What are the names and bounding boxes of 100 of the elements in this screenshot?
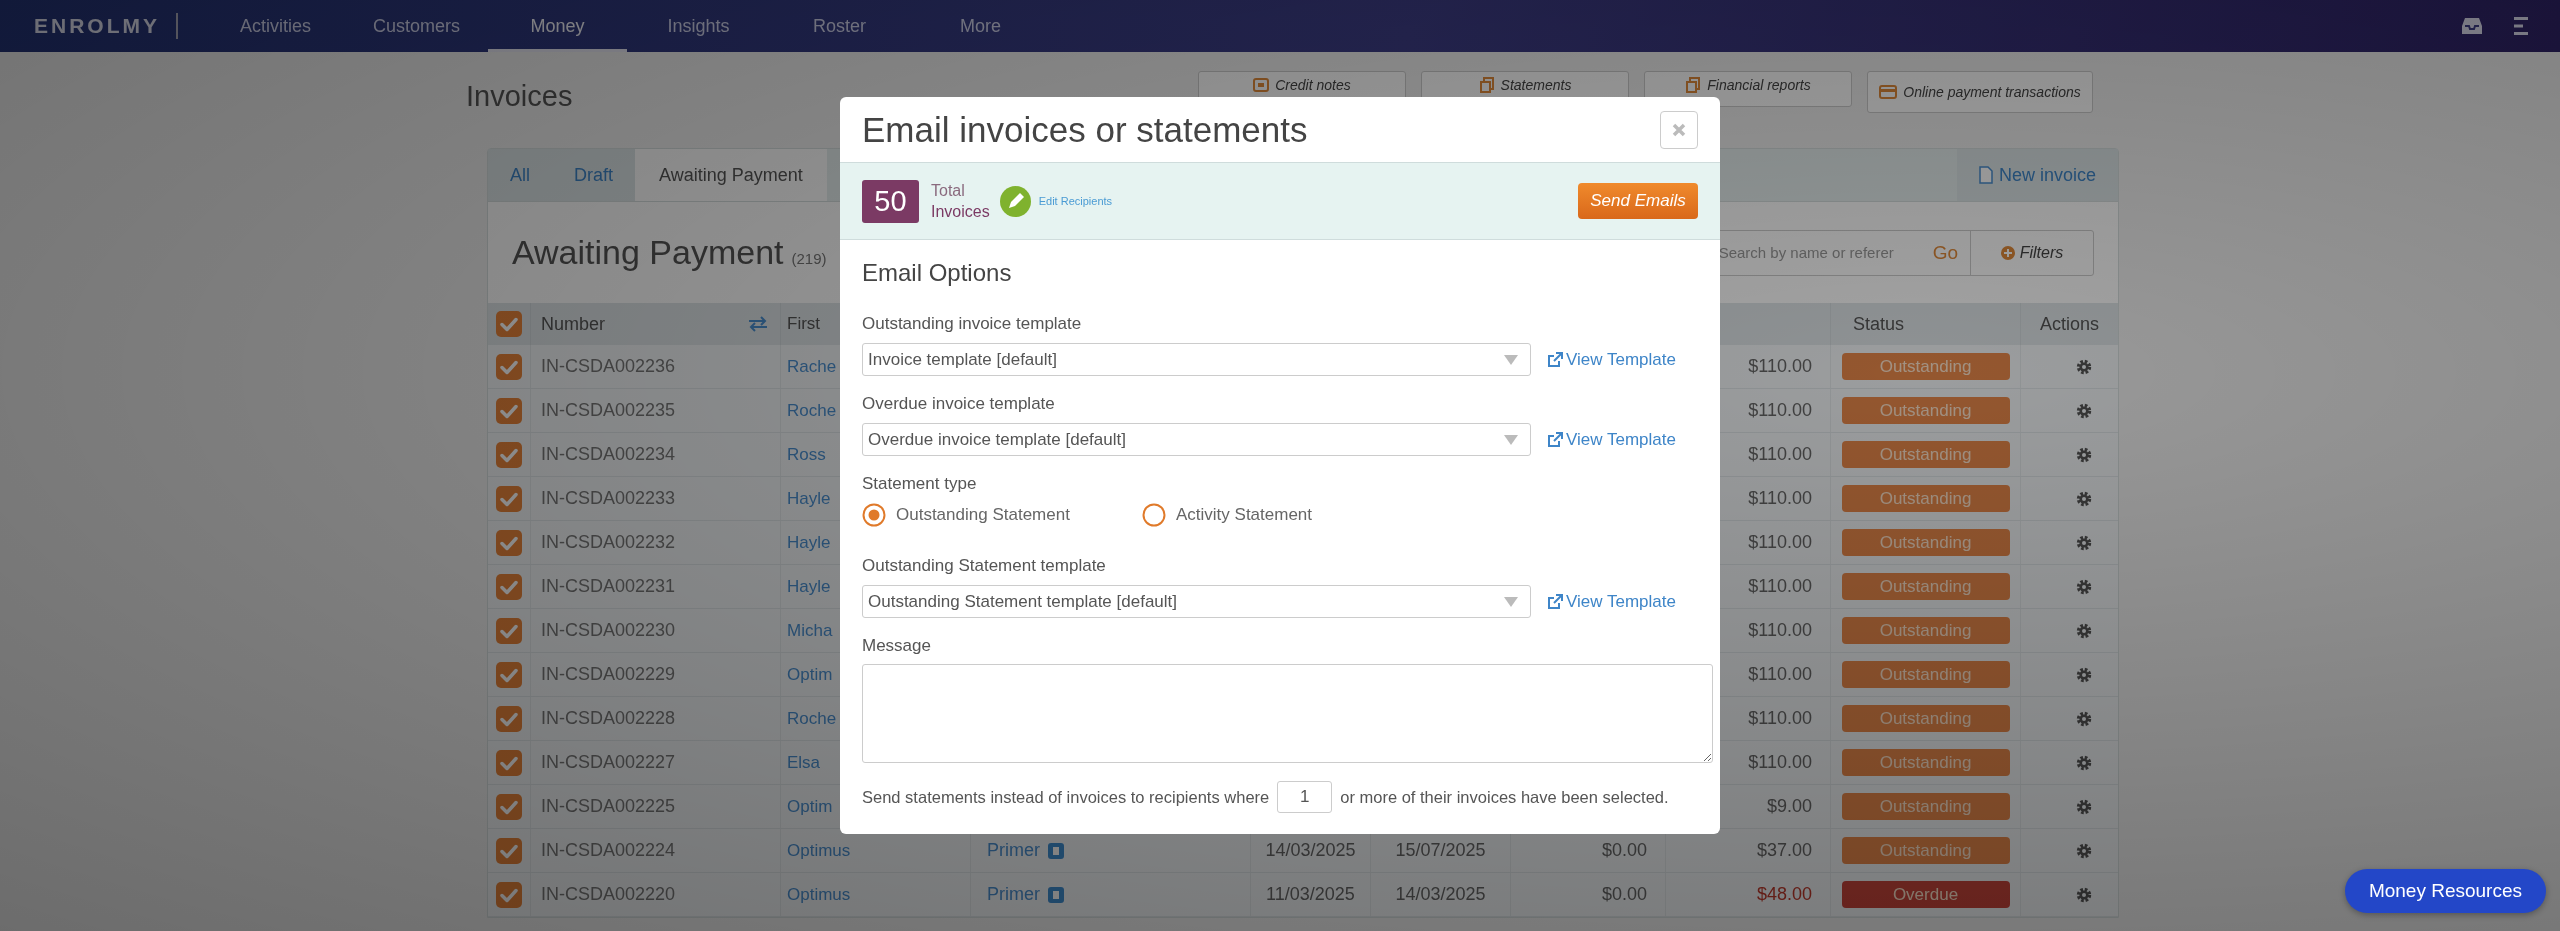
invoice-count: 50: [862, 179, 919, 223]
invoice-number: IN-CSDA002225: [541, 796, 676, 817]
settings-icon[interactable]: [2076, 622, 2092, 639]
field-label: Outstanding invoice template: [862, 314, 1083, 334]
documents-icon: [1478, 77, 1495, 93]
view-template-link[interactable]: View Template: [1547, 429, 1676, 450]
field-label: Message: [862, 636, 932, 656]
invoice-number: IN-CSDA002232: [541, 532, 676, 553]
checkbox[interactable]: [496, 705, 522, 732]
settings-icon[interactable]: [2076, 666, 2092, 683]
settings-icon[interactable]: [2076, 446, 2092, 463]
new-invoice-link[interactable]: New invoice: [1956, 149, 2118, 201]
customer-link[interactable]: Primer: [987, 840, 1040, 861]
help-button[interactable]: Money Resources: [2344, 869, 2546, 913]
field-label: Outstanding Statement template: [862, 556, 1107, 576]
edit-recipients-link[interactable]: Edit Recipients: [1038, 195, 1113, 207]
customer-link[interactable]: Optimus: [787, 840, 851, 861]
amount-cell: $0.00: [1601, 884, 1647, 905]
amount-cell: $0.00: [1601, 840, 1647, 861]
settings-icon[interactable]: [2076, 798, 2092, 815]
date-cell: 11/03/2025: [1266, 884, 1355, 905]
tab[interactable]: Awaiting Payment: [635, 149, 827, 201]
invoice-number: IN-CSDA002231: [541, 576, 676, 597]
customer-link[interactable]: Ross: [787, 444, 826, 465]
status-badge: Outstanding: [1841, 617, 2010, 644]
tag-icon: [1048, 842, 1064, 859]
customer-link[interactable]: Elsa: [787, 752, 821, 773]
checkbox[interactable]: [496, 397, 522, 424]
threshold-text: or more of their invoices have been selected.: [1340, 787, 1669, 807]
external-link-icon: [1547, 351, 1563, 368]
checkbox[interactable]: [496, 441, 522, 468]
swap-icon[interactable]: [748, 316, 768, 332]
checkbox[interactable]: [496, 749, 522, 776]
threshold-field[interactable]: 1: [1277, 781, 1333, 813]
invoice-number: IN-CSDA002233: [541, 488, 676, 509]
radio-option[interactable]: Outstanding Statement: [862, 503, 1142, 527]
customer-link[interactable]: Hayle: [787, 488, 831, 509]
close-button[interactable]: [1660, 110, 1698, 149]
date-cell: 14/03/2025: [1395, 884, 1486, 905]
invoice-number: IN-CSDA002228: [541, 708, 676, 729]
customer-link[interactable]: Rache: [787, 356, 837, 377]
amount-cell: $110.00: [1748, 356, 1812, 377]
go-button[interactable]: Go: [1920, 230, 1971, 275]
status-badge: Outstanding: [1841, 397, 2010, 424]
tab[interactable]: Draft: [552, 149, 636, 201]
message-field[interactable]: [862, 664, 1713, 763]
settings-icon[interactable]: [2076, 710, 2092, 727]
customer-link[interactable]: Optim: [787, 664, 833, 685]
pencil-icon[interactable]: [999, 185, 1031, 217]
settings-icon[interactable]: [2076, 358, 2092, 375]
nav-tab[interactable]: Money: [488, 0, 627, 52]
checkbox[interactable]: [496, 485, 522, 512]
filters-button[interactable]: Filters: [1971, 230, 2093, 275]
settings-icon[interactable]: [2076, 402, 2092, 419]
template-dropdown[interactable]: Invoice template [default]: [862, 343, 1531, 376]
customer-link[interactable]: Micha: [787, 620, 833, 641]
checkbox[interactable]: [496, 353, 522, 380]
view-template-link[interactable]: View Template: [1547, 349, 1676, 370]
settings-icon[interactable]: [2076, 842, 2092, 859]
settings-icon[interactable]: [2076, 886, 2092, 903]
invoice-number: IN-CSDA002230: [541, 620, 676, 641]
customer-link[interactable]: Optimus: [787, 884, 851, 905]
column-header[interactable]: Status: [1853, 313, 1905, 335]
column-header[interactable]: Number: [541, 313, 606, 335]
status-badge: Outstanding: [1841, 705, 2010, 732]
checkbox[interactable]: [496, 311, 522, 337]
template-dropdown[interactable]: Overdue invoice template [default]: [862, 423, 1531, 456]
threshold-text: Send statements instead of invoices to recipients where: [862, 787, 1270, 807]
customer-link[interactable]: Hayle: [787, 532, 831, 553]
customer-link[interactable]: Hayle: [787, 576, 831, 597]
checkbox[interactable]: [496, 661, 522, 688]
radio-option[interactable]: Activity Statement: [1142, 503, 1422, 527]
record-count: (219): [791, 250, 827, 267]
checkbox[interactable]: [496, 837, 522, 864]
tab[interactable]: All: [488, 149, 552, 201]
toolbar-button[interactable]: Financial reports: [1644, 71, 1852, 107]
checkbox[interactable]: [496, 529, 522, 556]
settings-icon[interactable]: [2076, 754, 2092, 771]
tag-icon: [1048, 886, 1064, 903]
settings-icon[interactable]: [2076, 490, 2092, 507]
settings-icon[interactable]: [2076, 578, 2092, 595]
view-template-link[interactable]: View Template: [1547, 591, 1676, 612]
toolbar-button[interactable]: Online payment transactions: [1867, 71, 2093, 113]
checkbox[interactable]: [496, 881, 522, 908]
amount-cell: $110.00: [1748, 576, 1812, 597]
column-header: Actions: [2040, 313, 2099, 335]
customer-link[interactable]: Primer: [987, 884, 1040, 905]
customer-link[interactable]: Optim: [787, 796, 833, 817]
invoice-number: IN-CSDA002236: [541, 356, 676, 377]
checkbox[interactable]: [496, 793, 522, 820]
checkbox[interactable]: [496, 617, 522, 644]
column-header[interactable]: First: [787, 314, 821, 334]
template-dropdown[interactable]: Outstanding Statement template [default]: [862, 585, 1531, 618]
checkbox[interactable]: [496, 573, 522, 600]
send-emails-button[interactable]: Send Emails: [1578, 183, 1698, 219]
inbox-icon[interactable]: [2460, 16, 2484, 36]
customer-link[interactable]: Roche: [787, 708, 837, 729]
settings-icon[interactable]: [2076, 534, 2092, 551]
customer-link[interactable]: Roche: [787, 400, 837, 421]
plus-icon: [2000, 245, 2015, 260]
